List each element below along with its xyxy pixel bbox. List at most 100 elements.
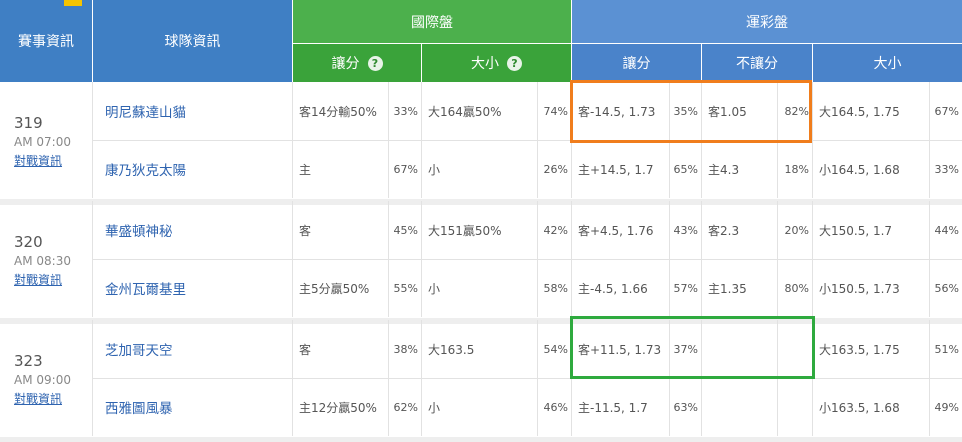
column-divider xyxy=(388,201,389,317)
yc-ml-value: 主1.35 xyxy=(708,281,747,296)
column-divider xyxy=(421,320,422,436)
column-divider xyxy=(92,320,93,436)
column-divider xyxy=(388,82,389,198)
game-number: 320 xyxy=(14,233,43,251)
intl-total-value: 小 xyxy=(428,281,441,296)
yc-total-value: 大164.5, 1.75 xyxy=(819,104,900,119)
column-divider xyxy=(929,201,930,317)
intl-total-value: 大164贏50% xyxy=(428,104,502,119)
matchup-info-link[interactable]: 對戰資訊 xyxy=(14,271,62,288)
intl-spread-value: 客 xyxy=(299,342,312,357)
intl-total-value: 大163.5 xyxy=(428,342,475,357)
column-divider xyxy=(421,201,422,317)
intl-total-label: 大小 xyxy=(471,56,499,72)
yc-total-value: 大163.5, 1.75 xyxy=(819,342,900,357)
yc-total-label: 大小 xyxy=(873,56,902,72)
column-divider xyxy=(812,201,813,317)
header-yc-spread: 讓分 xyxy=(572,44,701,82)
help-icon[interactable]: ? xyxy=(367,55,383,71)
intl-total-value: 大151贏50% xyxy=(428,223,502,238)
yc-spread-label: 讓分 xyxy=(622,56,651,72)
yc-ml-value: 客2.3 xyxy=(708,223,740,238)
header-intl-odds: 國際盤 xyxy=(293,0,571,43)
matchup-info-link[interactable]: 對戰資訊 xyxy=(14,152,62,169)
header-event-info: 賽事資訊 xyxy=(0,0,92,82)
header-yuncai-label: 運彩盤 xyxy=(746,14,788,31)
column-divider xyxy=(537,320,538,436)
yc-ml-pct: 18% xyxy=(784,162,809,176)
header-yuncai-odds: 運彩盤 xyxy=(572,0,962,43)
row-divider xyxy=(92,259,962,260)
intl-total-pct: 42% xyxy=(543,223,568,237)
column-divider xyxy=(92,201,93,317)
team-name[interactable]: 明尼蘇達山貓 xyxy=(93,82,292,140)
highlight-box-green xyxy=(570,316,815,379)
column-divider xyxy=(537,82,538,198)
intl-total-pct: 54% xyxy=(543,342,568,356)
yc-spread-value: 客+4.5, 1.76 xyxy=(578,223,654,238)
marker-icon xyxy=(64,0,82,6)
column-divider xyxy=(537,201,538,317)
column-divider xyxy=(929,320,930,436)
row-divider xyxy=(92,378,962,379)
yc-total-pct: 33% xyxy=(934,162,959,176)
yc-total-pct: 49% xyxy=(934,400,959,414)
highlight-box-orange xyxy=(570,80,812,143)
yc-ml-value xyxy=(702,378,777,436)
column-divider xyxy=(571,201,572,317)
column-divider xyxy=(669,201,670,317)
yc-total-value: 小163.5, 1.68 xyxy=(819,400,900,415)
intl-spread-value: 客 xyxy=(299,223,312,238)
matchup-info-link[interactable]: 對戰資訊 xyxy=(14,390,62,407)
header-intl-spread: 讓分? xyxy=(293,44,421,82)
row-divider xyxy=(92,140,962,141)
team-name[interactable]: 康乃狄克太陽 xyxy=(93,140,292,198)
header-team-info-label: 球隊資訊 xyxy=(164,34,221,50)
intl-spread-value: 主5分贏50% xyxy=(299,281,370,296)
column-divider xyxy=(92,82,93,198)
yc-ml-pct: 80% xyxy=(784,281,809,295)
intl-spread-pct: 67% xyxy=(393,162,418,176)
yc-total-value: 大150.5, 1.7 xyxy=(819,223,893,238)
header-yc-total: 大小 xyxy=(813,44,962,82)
team-name[interactable]: 西雅圖風暴 xyxy=(93,378,292,436)
game-number: 319 xyxy=(14,114,43,132)
intl-total-pct: 58% xyxy=(543,281,568,295)
intl-total-pct: 46% xyxy=(543,400,568,414)
intl-total-value: 小 xyxy=(428,162,441,177)
yc-ml-pct xyxy=(777,378,812,436)
yc-spread-pct: 57% xyxy=(673,281,698,295)
intl-spread-pct: 55% xyxy=(393,281,418,295)
column-divider xyxy=(388,320,389,436)
team-name[interactable]: 華盛頓神秘 xyxy=(93,201,292,259)
game-number: 323 xyxy=(14,352,43,370)
column-divider xyxy=(777,201,778,317)
header-intl-total: 大小? xyxy=(422,44,571,82)
team-name[interactable]: 芝加哥天空 xyxy=(93,320,292,378)
column-divider xyxy=(292,82,293,198)
yc-total-pct: 51% xyxy=(934,342,959,356)
yc-spread-value: 主-11.5, 1.7 xyxy=(578,400,648,415)
intl-spread-value: 主 xyxy=(299,162,312,177)
help-icon[interactable]: ? xyxy=(507,55,522,71)
yc-total-value: 小164.5, 1.68 xyxy=(819,162,900,177)
game-separator xyxy=(0,437,962,442)
yc-spread-value: 主+14.5, 1.7 xyxy=(578,162,654,177)
game-time: AM 08:30 xyxy=(14,254,71,268)
intl-spread-pct: 38% xyxy=(393,342,418,356)
yc-ml-label: 不讓分 xyxy=(736,56,778,72)
intl-total-pct: 26% xyxy=(543,162,568,176)
column-divider xyxy=(701,201,702,317)
team-name[interactable]: 金州瓦爾基里 xyxy=(93,259,292,317)
yc-total-pct: 44% xyxy=(934,223,959,237)
yc-total-pct: 67% xyxy=(934,104,959,118)
yc-spread-pct: 65% xyxy=(673,162,698,176)
header-team-info: 球隊資訊 xyxy=(93,0,292,82)
intl-total-pct: 74% xyxy=(543,104,568,118)
column-divider xyxy=(421,82,422,198)
yc-spread-pct: 43% xyxy=(673,223,698,237)
column-divider xyxy=(292,201,293,317)
yc-ml-pct: 20% xyxy=(784,223,809,237)
yc-ml-value: 主4.3 xyxy=(708,162,740,177)
intl-spread-pct: 45% xyxy=(393,223,418,237)
